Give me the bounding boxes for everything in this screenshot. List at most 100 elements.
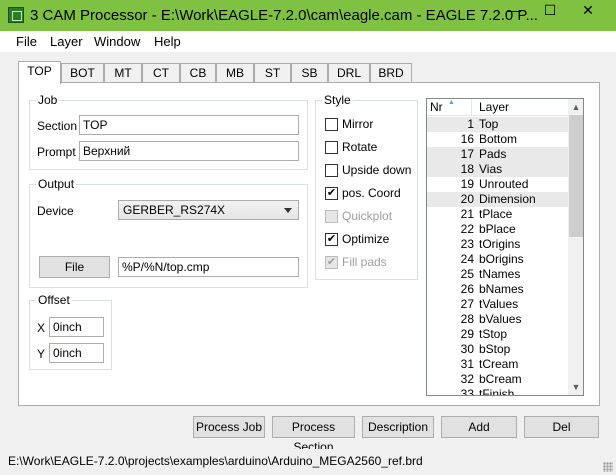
maximize-button[interactable]: ☐ — [536, 0, 564, 21]
layer-name: tStop — [479, 327, 508, 341]
layer-list-header: Nr ▲ Layer — [427, 99, 568, 116]
column-separator[interactable] — [471, 99, 472, 116]
checkmark-icon[interactable]: ✔ — [325, 187, 338, 200]
scroll-up-icon[interactable]: ▲ — [568, 99, 583, 115]
layer-number: 31 — [460, 357, 474, 371]
process-section-button[interactable]: Process Section — [272, 416, 355, 454]
style-option[interactable]: Mirror — [325, 117, 415, 133]
section-input[interactable]: TOP — [79, 115, 299, 135]
layer-name: tOrigins — [479, 237, 521, 251]
device-select-value: GERBER_RS274X — [123, 203, 226, 217]
layer-row[interactable]: 1 Top — [427, 117, 568, 132]
tab-brd[interactable]: BRD — [370, 63, 412, 83]
checkbox-icon[interactable] — [325, 164, 338, 177]
file-button[interactable]: File — [39, 256, 110, 278]
layer-name: tFinish — [479, 387, 515, 396]
layer-number: 26 — [460, 282, 474, 296]
layer-row[interactable]: 16 Bottom — [427, 132, 568, 147]
status-path: E:\Work\EAGLE-7.2.0\projects\examples\ar… — [8, 454, 423, 468]
app-icon — [8, 7, 24, 23]
style-option: Quickplot — [325, 209, 415, 225]
tab-top[interactable]: TOP — [18, 61, 61, 84]
layer-number: 27 — [460, 297, 474, 311]
layer-row[interactable]: 22 bPlace — [427, 222, 568, 237]
layer-row[interactable]: 19 Unrouted — [427, 177, 568, 192]
style-option[interactable]: ✔ pos. Coord — [325, 186, 415, 202]
checkmark-icon[interactable]: ✔ — [325, 233, 338, 246]
close-button[interactable]: ✕ — [574, 0, 602, 21]
layer-row[interactable]: 33 tFinish — [427, 387, 568, 396]
scroll-thumb[interactable] — [569, 115, 583, 237]
layer-row[interactable]: 17 Pads — [427, 147, 568, 162]
layer-name: Top — [479, 117, 499, 131]
menu-window[interactable]: Window — [94, 34, 140, 49]
layer-row[interactable]: 26 bNames — [427, 282, 568, 297]
layer-row[interactable]: 21 tPlace — [427, 207, 568, 222]
menu-help[interactable]: Help — [154, 34, 181, 49]
menu-layer[interactable]: Layer — [50, 34, 83, 49]
offset-y-input[interactable]: 0inch — [49, 343, 104, 363]
tab-mt[interactable]: MT — [104, 63, 142, 83]
chevron-down-icon — [284, 208, 292, 213]
description-button[interactable]: Description — [362, 416, 434, 438]
layer-number: 16 — [460, 132, 474, 146]
layer-list-scrollbar[interactable]: ▲ ▼ — [568, 99, 583, 395]
layer-number: 32 — [460, 372, 474, 386]
layer-name: tValues — [479, 297, 519, 311]
layer-row[interactable]: 20 Dimension — [427, 192, 568, 207]
checkbox-icon[interactable] — [325, 141, 338, 154]
tab-mb[interactable]: MB — [216, 63, 254, 83]
menu-file[interactable]: File — [16, 34, 37, 49]
layer-row[interactable]: 30 bStop — [427, 342, 568, 357]
style-option[interactable]: ✔ Optimize — [325, 232, 415, 248]
window-title: 3 CAM Processor - E:\Work\EAGLE-7.2.0\ca… — [30, 7, 538, 24]
checkbox-icon[interactable] — [325, 118, 338, 131]
layer-row[interactable]: 29 tStop — [427, 327, 568, 342]
column-nr[interactable]: Nr — [430, 100, 443, 114]
style-option-label: Quickplot — [342, 209, 393, 223]
add-button[interactable]: Add — [441, 416, 517, 438]
menu-bar: File Layer Window Help — [0, 31, 616, 52]
layer-row[interactable]: 23 tOrigins — [427, 237, 568, 252]
tab-cb[interactable]: CB — [180, 63, 216, 83]
style-option: ✔ Fill pads — [325, 255, 415, 271]
title-bar: 3 CAM Processor - E:\Work\EAGLE-7.2.0\ca… — [0, 0, 616, 31]
file-path-input[interactable]: %P/%N/top.cmp — [118, 257, 299, 277]
layer-number: 18 — [460, 162, 474, 176]
style-option[interactable]: Rotate — [325, 140, 415, 156]
scroll-down-icon[interactable]: ▼ — [568, 379, 583, 395]
layer-name: bPlace — [479, 222, 516, 236]
minimize-button[interactable]: — — [500, 0, 528, 21]
style-option[interactable]: Upside down — [325, 163, 415, 179]
layer-row[interactable]: 28 bValues — [427, 312, 568, 327]
layer-row[interactable]: 31 tCream — [427, 357, 568, 372]
section-label: Section — [37, 119, 78, 133]
layer-name: Dimension — [479, 192, 536, 206]
layer-list[interactable]: Nr ▲ Layer 1 Top 16 Bottom 17 Pads 18 Vias 19 Unr… — [426, 98, 584, 396]
tab-drl[interactable]: DRL — [328, 63, 370, 83]
device-select[interactable]: GERBER_RS274X — [118, 200, 299, 220]
offset-legend: Offset — [36, 293, 72, 307]
layer-row[interactable]: 32 bCream — [427, 372, 568, 387]
layer-name: tCream — [479, 357, 519, 371]
layer-number: 1 — [467, 117, 474, 131]
resize-grip-icon[interactable] — [603, 462, 613, 472]
prompt-label: Prompt — [37, 145, 76, 159]
prompt-input[interactable]: Верхний — [79, 141, 299, 161]
tab-sb[interactable]: SB — [291, 63, 328, 83]
tab-st[interactable]: ST — [254, 63, 291, 83]
layer-name: bStop — [479, 342, 511, 356]
layer-row[interactable]: 25 tNames — [427, 267, 568, 282]
offset-x-input[interactable]: 0inch — [49, 317, 104, 337]
layer-name: Unrouted — [479, 177, 529, 191]
del-button[interactable]: Del — [524, 416, 599, 438]
process-job-button[interactable]: Process Job — [193, 416, 265, 438]
tab-bot[interactable]: BOT — [61, 63, 104, 83]
column-layer[interactable]: Layer — [479, 100, 509, 114]
layer-row[interactable]: 18 Vias — [427, 162, 568, 177]
layer-row[interactable]: 27 tValues — [427, 297, 568, 312]
layer-row[interactable]: 24 bOrigins — [427, 252, 568, 267]
tab-ct[interactable]: CT — [142, 63, 180, 83]
layer-number: 30 — [460, 342, 474, 356]
layer-number: 20 — [460, 192, 474, 206]
